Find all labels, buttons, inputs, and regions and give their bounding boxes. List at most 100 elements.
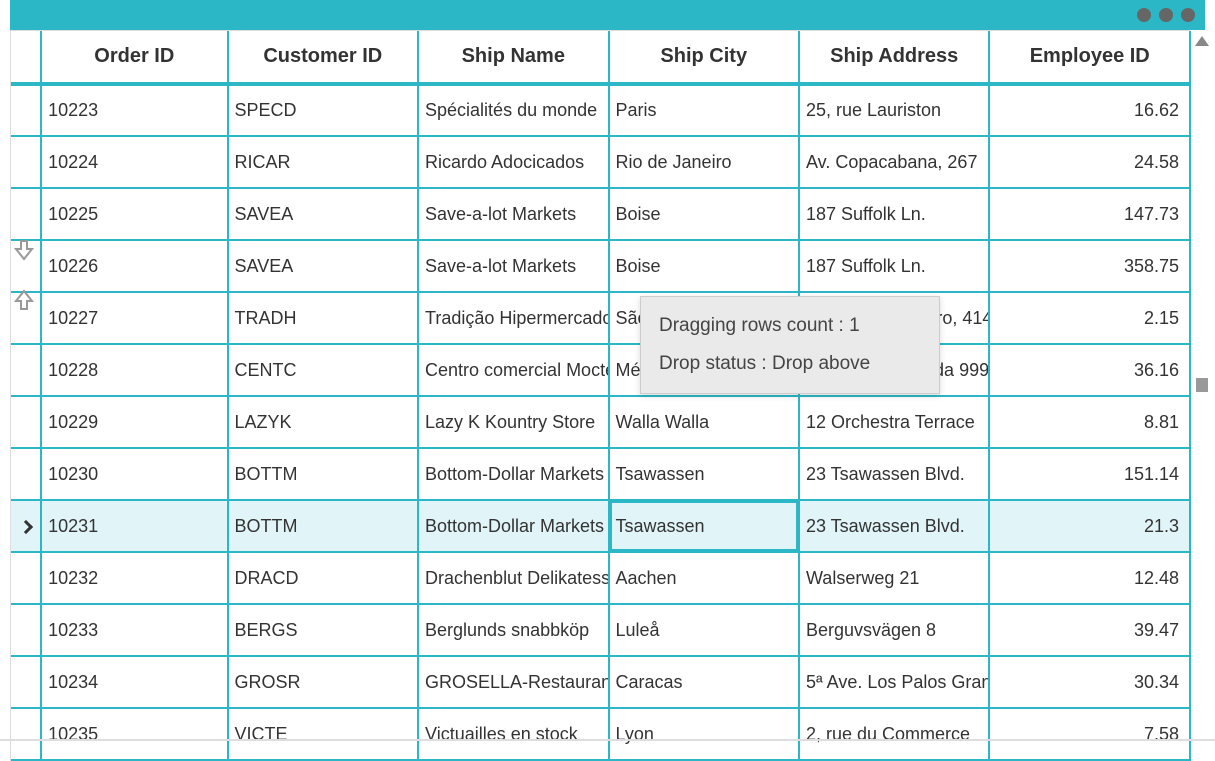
cell-employee-id[interactable]: 7.58 xyxy=(989,708,1190,760)
cell-employee-id[interactable]: 39.47 xyxy=(989,604,1190,656)
cell-ship-name[interactable]: Bottom-Dollar Markets xyxy=(418,448,608,500)
cell-employee-id[interactable]: 358.75 xyxy=(989,240,1190,292)
cell-customer-id[interactable]: RICAR xyxy=(228,136,418,188)
cell-order-id[interactable]: 10232 xyxy=(41,552,227,604)
vertical-scrollbar[interactable] xyxy=(1193,30,1211,735)
cell-employee-id[interactable]: 147.73 xyxy=(989,188,1190,240)
table-row[interactable]: 10234GROSRGROSELLA-RestauranteCaracas5ª … xyxy=(11,656,1190,708)
cell-order-id[interactable]: 10235 xyxy=(41,708,227,760)
cell-ship-city[interactable]: Paris xyxy=(609,84,799,136)
cell-employee-id[interactable]: 36.16 xyxy=(989,344,1190,396)
table-row[interactable]: 10233BERGSBerglunds snabbköpLuleåBerguvs… xyxy=(11,604,1190,656)
cell-ship-address[interactable]: 5ª Ave. Los Palos Grandes xyxy=(799,656,989,708)
cell-employee-id[interactable]: 16.62 xyxy=(989,84,1190,136)
cell-customer-id[interactable]: GROSR xyxy=(228,656,418,708)
window-button-3[interactable] xyxy=(1181,8,1195,22)
cell-ship-name[interactable]: Berglunds snabbköp xyxy=(418,604,608,656)
window-titlebar[interactable] xyxy=(10,0,1205,30)
cell-customer-id[interactable]: VICTE xyxy=(228,708,418,760)
cell-ship-address[interactable]: Av. Copacabana, 267 xyxy=(799,136,989,188)
cell-ship-name[interactable]: Save-a-lot Markets xyxy=(418,188,608,240)
cell-ship-city[interactable]: Rio de Janeiro xyxy=(609,136,799,188)
cell-ship-name[interactable]: Save-a-lot Markets xyxy=(418,240,608,292)
cell-ship-address[interactable]: 187 Suffolk Ln. xyxy=(799,188,989,240)
cell-order-id[interactable]: 10228 xyxy=(41,344,227,396)
table-row[interactable]: 10226SAVEASave-a-lot MarketsBoise187 Suf… xyxy=(11,240,1190,292)
cell-order-id[interactable]: 10231 xyxy=(41,500,227,552)
cell-employee-id[interactable]: 8.81 xyxy=(989,396,1190,448)
cell-ship-address[interactable]: Walserweg 21 xyxy=(799,552,989,604)
cell-ship-address[interactable]: Berguvsvägen 8 xyxy=(799,604,989,656)
cell-customer-id[interactable]: BOTTM xyxy=(228,500,418,552)
cell-order-id[interactable]: 10223 xyxy=(41,84,227,136)
cell-order-id[interactable]: 10234 xyxy=(41,656,227,708)
cell-ship-city[interactable]: Luleå xyxy=(609,604,799,656)
header-ship-address[interactable]: Ship Address xyxy=(799,31,989,84)
cell-ship-city[interactable]: Lyon xyxy=(609,708,799,760)
cell-order-id[interactable]: 10233 xyxy=(41,604,227,656)
cell-ship-city[interactable]: Boise xyxy=(609,240,799,292)
cell-order-id[interactable]: 10229 xyxy=(41,396,227,448)
table-row[interactable]: 10228CENTCCentro comercial MoctezumaMéxi… xyxy=(11,344,1190,396)
cell-ship-city[interactable]: Tsawassen xyxy=(609,500,799,552)
header-employee-id[interactable]: Employee ID xyxy=(989,31,1190,84)
cell-ship-address[interactable]: 187 Suffolk Ln. xyxy=(799,240,989,292)
cell-ship-city[interactable]: Walla Walla xyxy=(609,396,799,448)
table-row[interactable]: 10227TRADHTradição HipermercadosSão Paul… xyxy=(11,292,1190,344)
cell-order-id[interactable]: 10226 xyxy=(41,240,227,292)
table-row[interactable]: 10229LAZYKLazy K Kountry StoreWalla Wall… xyxy=(11,396,1190,448)
cell-ship-name[interactable]: Bottom-Dollar Markets xyxy=(418,500,608,552)
cell-ship-city[interactable]: Caracas xyxy=(609,656,799,708)
cell-employee-id[interactable]: 151.14 xyxy=(989,448,1190,500)
cell-ship-name[interactable]: Drachenblut Delikatessen xyxy=(418,552,608,604)
window-button-1[interactable] xyxy=(1137,8,1151,22)
cell-employee-id[interactable]: 24.58 xyxy=(989,136,1190,188)
cell-order-id[interactable]: 10230 xyxy=(41,448,227,500)
cell-customer-id[interactable]: LAZYK xyxy=(228,396,418,448)
cell-ship-name[interactable]: Ricardo Adocicados xyxy=(418,136,608,188)
cell-customer-id[interactable]: SAVEA xyxy=(228,240,418,292)
scroll-up-icon[interactable] xyxy=(1195,32,1209,46)
table-row[interactable]: 10224RICARRicardo AdocicadosRio de Janei… xyxy=(11,136,1190,188)
header-customer-id[interactable]: Customer ID xyxy=(228,31,418,84)
cell-employee-id[interactable]: 12.48 xyxy=(989,552,1190,604)
cell-ship-name[interactable]: Lazy K Kountry Store xyxy=(418,396,608,448)
table-row[interactable]: 10223SPECDSpécialités du mondeParis25, r… xyxy=(11,84,1190,136)
cell-employee-id[interactable]: 2.15 xyxy=(989,292,1190,344)
cell-customer-id[interactable]: SPECD xyxy=(228,84,418,136)
cell-order-id[interactable]: 10225 xyxy=(41,188,227,240)
cell-ship-name[interactable]: Victuailles en stock xyxy=(418,708,608,760)
cell-ship-address[interactable]: 23 Tsawassen Blvd. xyxy=(799,448,989,500)
cell-ship-city[interactable]: Boise xyxy=(609,188,799,240)
cell-ship-city[interactable]: Tsawassen xyxy=(609,448,799,500)
cell-customer-id[interactable]: CENTC xyxy=(228,344,418,396)
cell-customer-id[interactable]: TRADH xyxy=(228,292,418,344)
cell-ship-name[interactable]: Tradição Hipermercados xyxy=(418,292,608,344)
cell-ship-address[interactable]: 25, rue Lauriston xyxy=(799,84,989,136)
table-row[interactable]: 10230BOTTMBottom-Dollar MarketsTsawassen… xyxy=(11,448,1190,500)
table-row[interactable]: 10225SAVEASave-a-lot MarketsBoise187 Suf… xyxy=(11,188,1190,240)
cell-employee-id[interactable]: 30.34 xyxy=(989,656,1190,708)
cell-employee-id[interactable]: 21.3 xyxy=(989,500,1190,552)
table-row[interactable]: 10231BOTTMBottom-Dollar MarketsTsawassen… xyxy=(11,500,1190,552)
window-button-2[interactable] xyxy=(1159,8,1173,22)
cell-ship-name[interactable]: GROSELLA-Restaurante xyxy=(418,656,608,708)
header-order-id[interactable]: Order ID xyxy=(41,31,227,84)
cell-ship-address[interactable]: 23 Tsawassen Blvd. xyxy=(799,500,989,552)
cell-ship-address[interactable]: 2, rue du Commerce xyxy=(799,708,989,760)
cell-ship-address[interactable]: 12 Orchestra Terrace xyxy=(799,396,989,448)
table-row[interactable]: 10235VICTEVictuailles en stockLyon2, rue… xyxy=(11,708,1190,760)
cell-ship-city[interactable]: Aachen xyxy=(609,552,799,604)
scroll-thumb[interactable] xyxy=(1196,378,1208,392)
cell-customer-id[interactable]: SAVEA xyxy=(228,188,418,240)
cell-order-id[interactable]: 10227 xyxy=(41,292,227,344)
cell-ship-name[interactable]: Spécialités du monde xyxy=(418,84,608,136)
cell-customer-id[interactable]: DRACD xyxy=(228,552,418,604)
data-grid[interactable]: Order ID Customer ID Ship Name Ship City… xyxy=(10,30,1190,761)
header-ship-name[interactable]: Ship Name xyxy=(418,31,608,84)
cell-customer-id[interactable]: BERGS xyxy=(228,604,418,656)
cell-ship-name[interactable]: Centro comercial Moctezuma xyxy=(418,344,608,396)
cell-customer-id[interactable]: BOTTM xyxy=(228,448,418,500)
cell-order-id[interactable]: 10224 xyxy=(41,136,227,188)
table-row[interactable]: 10232DRACDDrachenblut DelikatessenAachen… xyxy=(11,552,1190,604)
